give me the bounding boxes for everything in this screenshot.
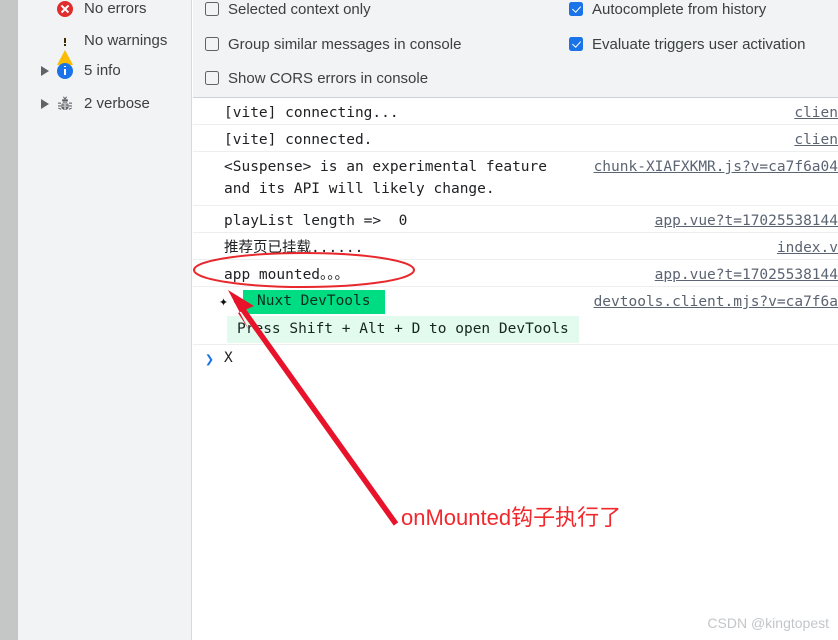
nuxt-devtools-badge: Nuxt DevTools (243, 290, 385, 314)
annotation-label: onMounted钩子执行了 (401, 505, 622, 530)
bug-icon (54, 95, 76, 112)
console-message-text: [vite] connecting... (224, 105, 399, 121)
console-row[interactable]: [vite] connecting... clien (193, 98, 838, 125)
info-circle-icon (54, 62, 76, 79)
error-circle-icon (54, 0, 76, 17)
console-settings-bar: Selected context only Group similar mess… (193, 0, 838, 98)
console-message-text: app mounted。。。 (224, 267, 350, 283)
sidebar-item-no-errors[interactable]: No errors (20, 0, 192, 25)
console-source-link[interactable]: devtools.client.mjs?v=ca7f6a (594, 291, 838, 313)
chevron-right-prompt-icon: ❯ (205, 350, 215, 368)
sparkle-icon: ✦ (219, 292, 229, 310)
console-source-link[interactable]: index.v (777, 237, 838, 259)
sidebar-item-no-warnings[interactable]: No warnings (20, 24, 192, 65)
sidebar-item-verbose[interactable]: 2 verbose (20, 87, 192, 120)
console-row[interactable]: 推荐页已挂载...... index.v (193, 233, 838, 260)
sidebar-item-info[interactable]: 5 info (20, 54, 192, 87)
checkbox-group-similar-messages[interactable]: Group similar messages in console (205, 34, 461, 54)
console-row-app-mounted[interactable]: app mounted。。。 app.vue?t=17025538144 (193, 260, 838, 287)
console-source-link[interactable]: app.vue?t=17025538144 (655, 264, 838, 286)
console-message-text: [vite] connected. (224, 132, 373, 148)
checkbox-label: Show CORS errors in console (228, 69, 429, 87)
chevron-right-icon[interactable] (36, 65, 54, 76)
vertical-scrollbar-track[interactable] (0, 0, 20, 640)
sidebar-item-label: 2 verbose (84, 95, 150, 112)
checkbox-label: Group similar messages in console (228, 35, 462, 53)
sidebar-item-label: No errors (84, 0, 147, 17)
checkbox-box[interactable] (569, 2, 583, 16)
console-message-text: playList length => 0 (224, 213, 408, 229)
warning-triangle-icon (54, 33, 76, 65)
console-source-link[interactable]: clien (794, 102, 838, 124)
checkbox-evaluate-triggers-user-activation[interactable]: Evaluate triggers user activation (569, 34, 805, 54)
checkbox-box[interactable] (205, 2, 219, 16)
vertical-scrollbar-thumb[interactable] (0, 0, 18, 640)
checkbox-label: Selected context only (228, 0, 371, 18)
checkbox-box[interactable] (569, 37, 583, 51)
checkbox-box[interactable] (205, 71, 219, 85)
watermark: CSDN @kingtopest (707, 615, 829, 631)
console-source-link[interactable]: app.vue?t=17025538144 (655, 210, 838, 232)
console-message-list[interactable]: [vite] connecting... clien [vite] connec… (193, 98, 838, 640)
checkbox-show-cors-errors[interactable]: Show CORS errors in console (205, 68, 428, 88)
checkbox-box[interactable] (205, 37, 219, 51)
checkbox-autocomplete-from-history[interactable]: Autocomplete from history (569, 0, 766, 19)
sidebar-item-label: 5 info (84, 62, 121, 79)
console-row[interactable]: playList length => 0 app.vue?t=170255381… (193, 206, 838, 233)
console-message-text: <Suspense> is an experimental feature an… (224, 159, 548, 197)
console-prompt-row[interactable]: ❯ X (193, 345, 838, 379)
checkbox-label: Autocomplete from history (592, 0, 767, 18)
nuxt-devtools-tip: Press Shift + Alt + D to open DevTools (227, 316, 579, 343)
console-message-text: 推荐页已挂载...... (224, 240, 364, 256)
chevron-right-icon[interactable] (36, 98, 54, 109)
console-row[interactable]: <Suspense> is an experimental feature an… (193, 152, 838, 206)
console-source-link[interactable]: clien (794, 129, 838, 151)
devtools-console-screenshot: No errors No warnings 5 info 2 verbose S… (0, 0, 838, 640)
console-row-nuxt-devtools[interactable]: ✦ Nuxt DevTools devtools.client.mjs?v=ca… (193, 287, 838, 316)
sidebar-item-label: No warnings (84, 32, 168, 49)
console-prompt-input[interactable]: X (224, 350, 233, 366)
console-source-link[interactable]: chunk-XIAFXKMR.js?v=ca7f6a04 (594, 156, 838, 178)
console-sidebar: No errors No warnings 5 info 2 verbose (20, 0, 192, 640)
checkbox-selected-context-only[interactable]: Selected context only (205, 0, 371, 19)
checkbox-label: Evaluate triggers user activation (592, 35, 806, 53)
console-row[interactable]: [vite] connected. clien (193, 125, 838, 152)
console-row-nuxt-tip[interactable]: Press Shift + Alt + D to open DevTools (193, 316, 838, 345)
